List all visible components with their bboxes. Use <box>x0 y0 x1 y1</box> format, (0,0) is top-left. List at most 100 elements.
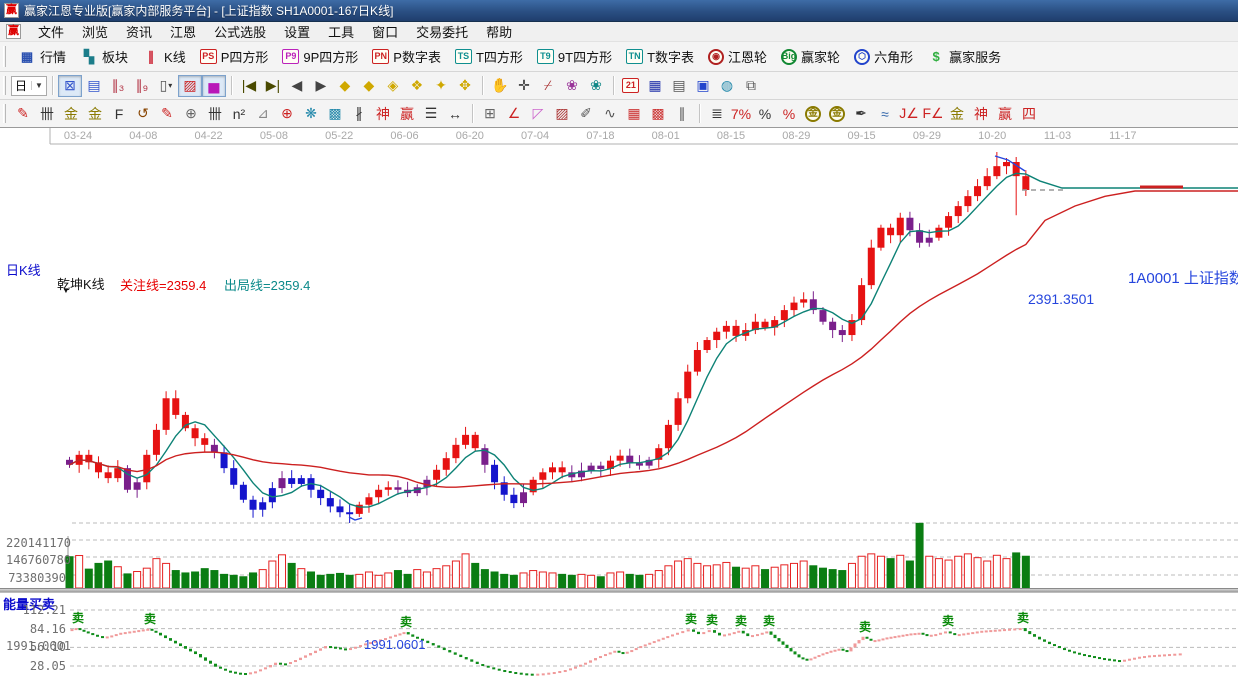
hash-icon[interactable]: 卌 <box>203 103 227 125</box>
diamond-8way-icon[interactable]: ✦ <box>429 75 453 97</box>
toolbar-button-p-square[interactable]: PSP四方形 <box>193 44 276 69</box>
grid-red2-icon[interactable]: ▩ <box>646 103 670 125</box>
erase-line-icon[interactable]: ⌿ <box>536 75 560 97</box>
gold-circle-icon[interactable]: 金 <box>801 103 825 125</box>
fan-pink-icon[interactable]: ◸ <box>526 103 550 125</box>
candle3-icon[interactable]: ∥₃ <box>106 75 130 97</box>
comb-lines-icon[interactable]: 卌 <box>35 103 59 125</box>
shen-angle-icon[interactable]: 神 <box>969 103 993 125</box>
next-icon[interactable]: ▶ <box>309 75 333 97</box>
toolbar-button-gann-wheel[interactable]: ◉江恩轮 <box>701 44 774 69</box>
gold-lines-icon[interactable]: 金 <box>59 103 83 125</box>
toolbar-grip[interactable] <box>3 76 6 95</box>
wave-box-icon[interactable]: ≈ <box>873 103 897 125</box>
histogram-icon[interactable]: ▅ <box>202 75 226 97</box>
toolbar-button-p-table[interactable]: PNP数字表 <box>365 44 448 69</box>
calculator-icon[interactable]: ▦ <box>643 75 667 97</box>
menu-item-2[interactable]: 资讯 <box>117 21 161 42</box>
menu-item-6[interactable]: 工具 <box>319 21 363 42</box>
hand-icon[interactable]: ✋ <box>488 75 512 97</box>
toolbar-button-winner-wheel[interactable]: Big赢家轮 <box>774 44 847 69</box>
percent-wave-icon[interactable]: 7% <box>729 103 753 125</box>
last-page-icon[interactable]: ▶| <box>261 75 285 97</box>
gann-flower-icon[interactable]: ❀ <box>560 75 584 97</box>
width-arrows-icon[interactable]: ↔ <box>443 103 467 125</box>
target-red-icon[interactable]: ⊕ <box>275 103 299 125</box>
export-icon[interactable]: ◍ <box>715 75 739 97</box>
ink-angle-icon[interactable]: ✒ <box>849 103 873 125</box>
toolbar-button-9t-square[interactable]: T99T四方形 <box>530 44 619 69</box>
toolbar-button-winner-service[interactable]: $赢家服务 <box>920 44 1008 69</box>
diamond-cross-icon[interactable]: ✥ <box>453 75 477 97</box>
gold-angle-icon[interactable]: 金 <box>945 103 969 125</box>
print-icon[interactable]: ⧉ <box>739 75 763 97</box>
toolbar-grip[interactable] <box>3 46 6 66</box>
diamond-left-icon[interactable]: ◆ <box>333 75 357 97</box>
red-pen-icon[interactable]: ✎ <box>155 103 179 125</box>
web-icon[interactable]: ❋ <box>299 103 323 125</box>
save-icon[interactable]: ▣ <box>691 75 715 97</box>
menu-item-5[interactable]: 设置 <box>275 21 319 42</box>
percent-icon[interactable]: % <box>753 103 777 125</box>
candle-style-dropdown[interactable]: ▯▾ <box>154 75 178 97</box>
ying-angle-icon[interactable]: 赢 <box>993 103 1017 125</box>
grid-red-icon[interactable]: ▦ <box>622 103 646 125</box>
ruler-123-icon[interactable]: ☰ <box>419 103 443 125</box>
pattern-icon[interactable]: ▨ <box>178 75 202 97</box>
scale-lines-icon[interactable]: ≣ <box>705 103 729 125</box>
n2-icon[interactable]: n² <box>227 103 251 125</box>
candle9-icon[interactable]: ∥₉ <box>130 75 154 97</box>
menu-item-9[interactable]: 帮助 <box>477 21 521 42</box>
circle-grid-icon[interactable]: ⊕ <box>179 103 203 125</box>
menu-item-7[interactable]: 窗口 <box>363 21 407 42</box>
si-angle-icon[interactable]: 四 <box>1017 103 1041 125</box>
gold-lines2-icon[interactable]: 金 <box>83 103 107 125</box>
f-angle-icon[interactable]: F∠ <box>921 103 945 125</box>
first-page-icon[interactable]: |◀ <box>237 75 261 97</box>
pencil-angle-icon[interactable]: ✐ <box>574 103 598 125</box>
notepad-icon[interactable]: ▤ <box>667 75 691 97</box>
chart-area[interactable]: 日K线 乾坤K线 ▼ 关注线=2359.4 出局线=2359.4 1A0001 … <box>0 128 1238 680</box>
percent-line-icon[interactable]: % <box>777 103 801 125</box>
toolbar-button-sectors[interactable]: ▚板块 <box>73 44 135 69</box>
window-line-icon[interactable]: ⊞ <box>478 103 502 125</box>
shen-icon[interactable]: 神 <box>371 103 395 125</box>
menu-item-8[interactable]: 交易委托 <box>407 21 477 42</box>
crosshair-icon[interactable]: ✛ <box>512 75 536 97</box>
gold-circle-line-icon[interactable]: 金 <box>825 103 849 125</box>
period-combo[interactable]: 日▼ <box>11 76 47 96</box>
j-angle-icon[interactable]: J∠ <box>897 103 921 125</box>
menu-item-3[interactable]: 江恩 <box>161 21 205 42</box>
gann-flower2-icon[interactable]: ❀ <box>584 75 608 97</box>
toolbar-button-9p-square[interactable]: P99P四方形 <box>275 44 365 69</box>
toolbar-button-t-table[interactable]: TNT数字表 <box>619 44 701 69</box>
f-lines-icon[interactable]: F <box>107 103 131 125</box>
spiral-icon[interactable]: ↺ <box>131 103 155 125</box>
zigzag-icon[interactable]: ∿ <box>598 103 622 125</box>
diamond-right-icon[interactable]: ◆ <box>357 75 381 97</box>
slashes-icon[interactable]: ∥ <box>670 103 694 125</box>
pane-divider[interactable] <box>0 588 1238 593</box>
menu-item-0[interactable]: 文件 <box>29 21 73 42</box>
ying-icon[interactable]: 赢 <box>395 103 419 125</box>
toolbar-grip[interactable] <box>3 104 6 123</box>
prev-icon[interactable]: ◀ <box>285 75 309 97</box>
toolbar-button-t-square[interactable]: TST四方形 <box>448 44 530 69</box>
diamond-expand-icon[interactable]: ◈ <box>381 75 405 97</box>
menu-item-4[interactable]: 公式选股 <box>205 21 275 42</box>
qiankun-toggle-icon[interactable]: ⊠ <box>58 75 82 97</box>
menu-item-1[interactable]: 浏览 <box>73 21 117 42</box>
quote-lines-icon[interactable]: ∦ <box>347 103 371 125</box>
box-diagonal-icon[interactable]: ▨ <box>550 103 574 125</box>
toolbar-button-kline[interactable]: ∥K线 <box>135 44 193 69</box>
calendar-icon[interactable]: 21 <box>619 75 643 97</box>
marker-pen-icon[interactable]: ✎ <box>11 103 35 125</box>
toolbar-button-quotes[interactable]: ▦行情 <box>11 44 73 69</box>
web-square-icon[interactable]: ▩ <box>323 103 347 125</box>
kline-canvas[interactable] <box>0 128 1238 680</box>
toolbar-button-hexagon[interactable]: ⬡六角形 <box>847 44 920 69</box>
kline-type-dropdown-icon[interactable]: ▼ <box>62 286 70 295</box>
note-icon[interactable]: ▤ <box>82 75 106 97</box>
angle-mirror-icon[interactable]: ⊿ <box>251 103 275 125</box>
fan-red-icon[interactable]: ∠ <box>502 103 526 125</box>
